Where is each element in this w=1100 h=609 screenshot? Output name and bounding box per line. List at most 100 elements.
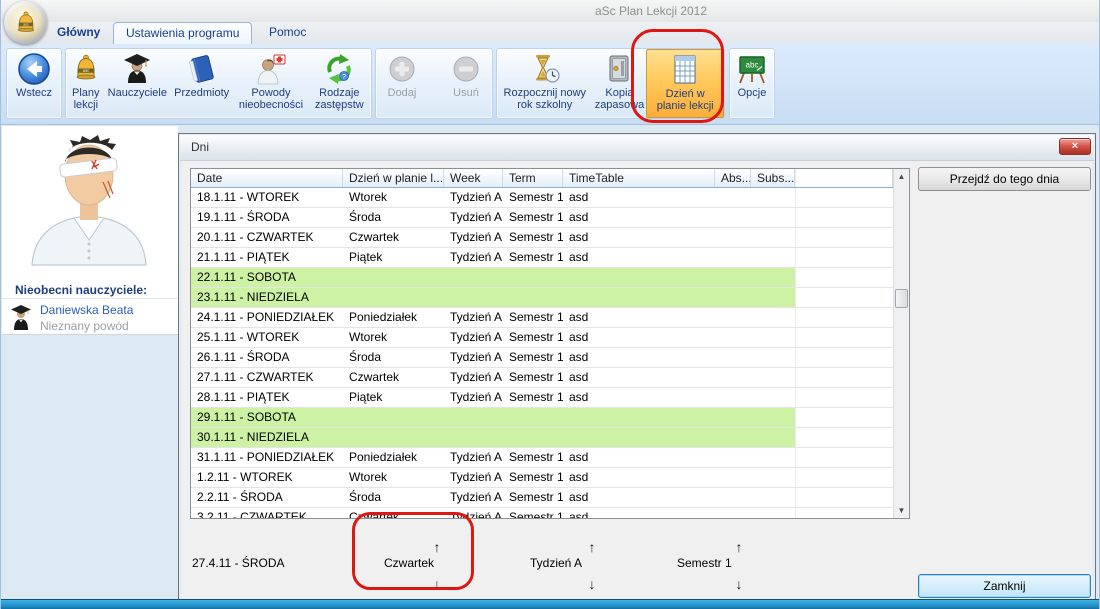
week-spinner-down-icon[interactable]: ↓ (582, 577, 602, 593)
scroll-up-icon[interactable]: ▲ (894, 169, 909, 184)
scroll-down-icon[interactable]: ▼ (894, 503, 909, 518)
app-menu-button[interactable]: asc (4, 1, 47, 44)
add-button-label: Dodaj (388, 87, 417, 99)
rodzaje-zastepstw-button[interactable]: ? Rodzaje zastępstw (308, 49, 371, 118)
day-spinner-down-icon[interactable]: ↓ (427, 577, 447, 593)
column-header-subs[interactable]: Subs... (751, 169, 795, 187)
plany-lekcji-button[interactable]: asc Plany lekcji (66, 49, 106, 118)
przedmioty-button[interactable]: Przedmioty (169, 49, 234, 118)
add-button[interactable]: Dodaj (377, 49, 427, 118)
table-row[interactable]: 24.1.11 - PONIEDZIAŁEKPoniedziałekTydzie… (191, 308, 893, 328)
table-row[interactable]: 23.1.11 - NIEDZIELA (191, 288, 893, 308)
table-cell (715, 448, 751, 467)
table-cell: asd (563, 308, 715, 327)
table-cell: Tydzień A (444, 348, 503, 367)
svg-text:asc: asc (23, 22, 29, 26)
day-spinner-up-icon[interactable]: ↑ (427, 540, 447, 556)
table-cell: asd (563, 208, 715, 227)
absent-teacher-name[interactable]: Daniewska Beata (40, 303, 133, 317)
table-cell: Semestr 1 (503, 508, 563, 518)
przedmioty-label: Przedmioty (174, 87, 229, 99)
bell-icon: asc (69, 52, 103, 86)
substitution-icon: ? (322, 52, 356, 86)
close-dialog-button[interactable]: Zamknij (918, 574, 1091, 598)
table-cell (751, 328, 795, 347)
table-cell (715, 188, 751, 207)
tab-pomoc[interactable]: Pomoc (257, 22, 318, 44)
dialog-close-icon[interactable]: × (1059, 138, 1091, 155)
teacher-avatar-icon (10, 303, 32, 331)
table-cell: Tydzień A (444, 328, 503, 347)
backup-button[interactable]: Kopia zapasowa (593, 49, 647, 118)
table-cell: Czwartek (343, 508, 444, 518)
remove-button-label: Usuń (453, 87, 479, 99)
term-spinner-up-icon[interactable]: ↑ (729, 540, 749, 556)
table-row[interactable]: 20.1.11 - CZWARTEKCzwartekTydzień ASemes… (191, 228, 893, 248)
table-row[interactable]: 25.1.11 - WTOREKWtorekTydzień ASemestr 1… (191, 328, 893, 348)
absence-icon (254, 52, 288, 86)
powody-nieobecnosci-button[interactable]: Powody nieobecności (234, 49, 307, 118)
table-cell: Semestr 1 (503, 368, 563, 387)
week-spinner-up-icon[interactable]: ↑ (582, 540, 602, 556)
table-row[interactable]: 22.1.11 - SOBOTA (191, 268, 893, 288)
table-cell: 22.1.11 - SOBOTA (191, 268, 343, 287)
table-row[interactable]: 3.2.11 - CZWARTEKCzwartekTydzień ASemest… (191, 508, 893, 518)
table-cell (715, 268, 751, 287)
app-window: aSc Plan Lekcji 2012 asc Główny Ustawien… (0, 0, 1100, 609)
current-date-label: 27.4.11 - ŚRODA (192, 556, 284, 570)
chalkboard-icon: abc (735, 52, 769, 86)
table-cell: Poniedziałek (343, 448, 444, 467)
table-cell: 2.2.11 - ŚRODA (191, 488, 343, 507)
column-header-day[interactable]: Dzień w planie l... (343, 169, 444, 187)
term-spinner-down-icon[interactable]: ↓ (729, 577, 749, 593)
table-cell (751, 488, 795, 507)
nauczyciele-button[interactable]: Nauczyciele (106, 49, 169, 118)
table-row[interactable]: 29.1.11 - SOBOTA (191, 408, 893, 428)
tab-glowny[interactable]: Główny (45, 22, 112, 44)
column-header-date[interactable]: Date (191, 169, 343, 187)
scrollbar-thumb[interactable] (895, 289, 908, 308)
table-cell (715, 468, 751, 487)
table-cell-filler (795, 428, 893, 447)
column-header-timetable[interactable]: TimeTable (563, 169, 715, 187)
column-header-week[interactable]: Week (444, 169, 503, 187)
absent-teacher-reason: Nieznany powód (40, 319, 129, 333)
table-row[interactable]: 26.1.11 - ŚRODAŚrodaTydzień ASemestr 1as… (191, 348, 893, 368)
vertical-scrollbar[interactable]: ▲ ▼ (893, 169, 909, 518)
table-row[interactable]: 1.2.11 - WTOREKWtorekTydzień ASemestr 1a… (191, 468, 893, 488)
table-row[interactable]: 31.1.11 - PONIEDZIAŁEKPoniedziałekTydzie… (191, 448, 893, 468)
days-table: Date Dzień w planie l... Week Term TimeT… (190, 168, 910, 519)
column-header-filler (795, 169, 893, 187)
safe-icon (602, 52, 636, 86)
table-cell (751, 368, 795, 387)
table-row[interactable]: 19.1.11 - ŚRODAŚrodaTydzień ASemestr 1as… (191, 208, 893, 228)
table-row[interactable]: 21.1.11 - PIĄTEKPiątekTydzień ASemestr 1… (191, 248, 893, 268)
window-titlebar[interactable]: aSc Plan Lekcji 2012 (1, 0, 1099, 22)
table-cell-filler (795, 288, 893, 307)
tab-ustawienia-programu[interactable]: Ustawienia programu (113, 22, 252, 44)
options-button[interactable]: abc Opcje (730, 49, 774, 118)
table-cell (503, 268, 563, 287)
nauczyciele-label: Nauczyciele (108, 87, 167, 99)
table-cell (715, 308, 751, 327)
rodzaje-zastepstw-label: Rodzaje zastępstw (315, 87, 364, 111)
dialog-titlebar[interactable]: Dni (180, 135, 1094, 161)
back-arrow-icon (17, 52, 51, 86)
table-cell (751, 248, 795, 267)
day-in-timetable-button[interactable]: Dzień w planie lekcji (646, 49, 724, 118)
table-row[interactable]: 28.1.11 - PIĄTEKPiątekTydzień ASemestr 1… (191, 388, 893, 408)
back-button[interactable]: Wstecz (8, 49, 60, 118)
table-cell-filler (795, 468, 893, 487)
table-row[interactable]: 30.1.11 - NIEDZIELA (191, 428, 893, 448)
table-cell (751, 468, 795, 487)
table-cell: asd (563, 348, 715, 367)
column-header-term[interactable]: Term (503, 169, 563, 187)
goto-day-button[interactable]: Przejdź do tego dnia (918, 167, 1091, 191)
table-row[interactable]: 2.2.11 - ŚRODAŚrodaTydzień ASemestr 1asd (191, 488, 893, 508)
column-header-abs[interactable]: Abs... (715, 169, 751, 187)
table-cell: asd (563, 248, 715, 267)
table-row[interactable]: 18.1.11 - WTOREKWtorekTydzień ASemestr 1… (191, 188, 893, 208)
remove-button[interactable]: Usuń (441, 49, 491, 118)
table-row[interactable]: 27.1.11 - CZWARTEKCzwartekTydzień ASemes… (191, 368, 893, 388)
new-school-year-button[interactable]: Rozpocznij nowy rok szkolny (497, 49, 593, 118)
